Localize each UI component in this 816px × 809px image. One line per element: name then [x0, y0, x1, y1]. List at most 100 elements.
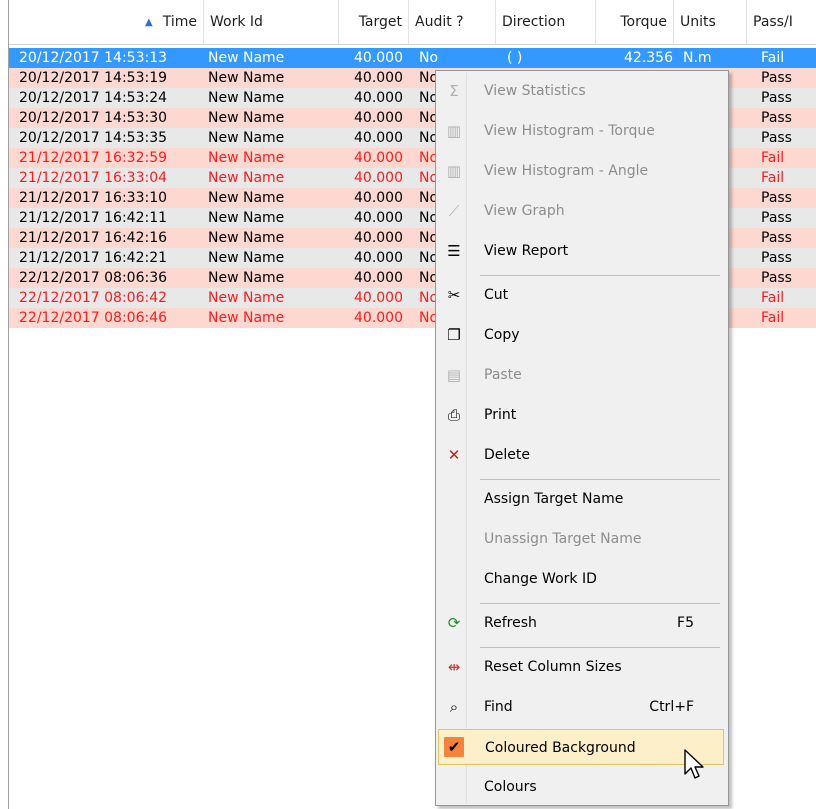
- menu-item-view-histogram-angle[interactable]: ▥ View Histogram - Angle: [438, 153, 724, 189]
- column-header-label: Units: [680, 14, 716, 30]
- cell-target: 40.000: [354, 110, 403, 126]
- column-resize-icon: ⇹: [447, 658, 461, 676]
- menu-item-label: Delete: [484, 447, 530, 463]
- menu-item-paste[interactable]: ▤ Paste: [438, 357, 724, 393]
- menu-item-coloured-background[interactable]: ✔ Coloured Background: [438, 729, 724, 765]
- cell-work-id: New Name: [208, 150, 285, 166]
- menu-separator: [480, 603, 720, 604]
- cell-pass: Fail: [761, 170, 785, 186]
- cell-time: 22/12/2017 08:06:36: [19, 270, 168, 286]
- column-header-target[interactable]: Target: [339, 0, 409, 44]
- menu-item-label: Print: [484, 407, 517, 423]
- cell-target: 40.000: [354, 210, 403, 226]
- menu-item-copy[interactable]: ❐ Copy: [438, 317, 724, 353]
- cell-time: 20/12/2017 14:53:13: [19, 50, 168, 66]
- menu-item-label: Assign Target Name: [484, 491, 624, 507]
- cell-time: 21/12/2017 16:42:21: [19, 250, 168, 266]
- cell-target: 40.000: [354, 50, 403, 66]
- menu-separator: [480, 275, 720, 276]
- cell-pass: Pass: [761, 210, 792, 226]
- menu-item-reset-column-sizes[interactable]: ⇹ Reset Column Sizes: [438, 649, 724, 685]
- menu-separator: [480, 647, 720, 648]
- menu-item-label: Colours: [484, 779, 537, 795]
- cell-pass: Pass: [761, 90, 792, 106]
- grid-header: ▲ Time Work Id Target Audit ? Direction Torque…: [9, 0, 816, 45]
- sort-ascending-icon: ▲: [145, 17, 153, 28]
- column-header-pass[interactable]: Pass/I: [747, 0, 816, 44]
- cell-work-id: New Name: [208, 50, 285, 66]
- menu-item-refresh[interactable]: ⟳ Refresh F5: [438, 605, 724, 641]
- cell-target: 40.000: [354, 150, 403, 166]
- column-header-label: Pass/I: [753, 14, 793, 30]
- column-header-label: Work Id: [210, 14, 263, 30]
- copy-icon: ❐: [447, 326, 461, 344]
- cell-time: 21/12/2017 16:32:59: [19, 150, 168, 166]
- cell-pass: Pass: [761, 110, 792, 126]
- cell-target: 40.000: [354, 70, 403, 86]
- menu-item-view-histogram-torque[interactable]: ▥ View Histogram - Torque: [438, 113, 724, 149]
- cell-direction: ( ): [507, 50, 523, 66]
- table-row[interactable]: 20/12/2017 14:53:13 New Name 40.000 No ( ) 42…: [9, 48, 816, 68]
- cell-target: 40.000: [354, 130, 403, 146]
- menu-item-shortcut: Ctrl+F: [649, 699, 694, 715]
- cell-pass: Fail: [761, 310, 785, 326]
- cell-work-id: New Name: [208, 290, 285, 306]
- menu-item-view-graph[interactable]: ⟋ View Graph: [438, 193, 724, 229]
- column-header-audit[interactable]: Audit ?: [409, 0, 496, 44]
- cell-time: 21/12/2017 16:33:10: [19, 190, 168, 206]
- menu-item-view-report[interactable]: ☰ View Report: [438, 233, 724, 269]
- menu-separator: [480, 479, 720, 480]
- column-header-label: Direction: [502, 14, 566, 30]
- menu-item-label: Coloured Background: [485, 740, 636, 756]
- menu-item-label: Refresh: [484, 615, 537, 631]
- cell-time: 21/12/2017 16:42:16: [19, 230, 168, 246]
- cell-work-id: New Name: [208, 110, 285, 126]
- menu-item-colours[interactable]: Colours: [438, 769, 724, 805]
- cell-pass: Pass: [761, 230, 792, 246]
- menu-item-print[interactable]: ⎙ Print: [438, 397, 724, 433]
- cell-time: 20/12/2017 14:53:19: [19, 70, 168, 86]
- check-icon: ✔: [444, 737, 464, 757]
- column-header-label: Audit ?: [415, 14, 464, 30]
- search-icon: ⌕: [449, 698, 459, 716]
- cell-work-id: New Name: [208, 130, 285, 146]
- cell-audit: No: [419, 50, 439, 66]
- menu-item-delete[interactable]: ✕ Delete: [438, 437, 724, 473]
- cell-pass: Fail: [761, 50, 785, 66]
- cell-work-id: New Name: [208, 270, 285, 286]
- histogram-icon: ▥: [446, 122, 462, 140]
- menu-item-label: View Histogram - Angle: [484, 163, 649, 179]
- cell-time: 20/12/2017 14:53:30: [19, 110, 168, 126]
- column-header-label: Time: [162, 14, 197, 30]
- refresh-icon: ⟳: [447, 614, 461, 632]
- cell-target: 40.000: [354, 270, 403, 286]
- menu-item-label: Paste: [484, 367, 522, 383]
- cell-target: 40.000: [354, 290, 403, 306]
- menu-item-find[interactable]: ⌕ Find Ctrl+F: [438, 689, 724, 725]
- cell-pass: Pass: [761, 270, 792, 286]
- delete-icon: ✕: [447, 446, 461, 464]
- mouse-cursor-icon: [684, 749, 704, 779]
- menu-item-label: View Report: [484, 243, 569, 259]
- menu-item-label: Copy: [484, 327, 520, 343]
- cell-work-id: New Name: [208, 230, 285, 246]
- menu-item-label: View Histogram - Torque: [484, 123, 655, 139]
- column-header-direction[interactable]: Direction: [496, 0, 596, 44]
- menu-item-label: View Graph: [484, 203, 565, 219]
- menu-item-label: Change Work ID: [484, 571, 597, 587]
- column-header-torque[interactable]: Torque: [596, 0, 674, 44]
- column-header-units[interactable]: Units: [674, 0, 747, 44]
- report-icon: ☰: [447, 242, 461, 260]
- cell-target: 40.000: [354, 250, 403, 266]
- cell-pass: Pass: [761, 70, 792, 86]
- menu-item-unassign-target-name[interactable]: Unassign Target Name: [438, 521, 724, 557]
- menu-item-assign-target-name[interactable]: Assign Target Name: [438, 481, 724, 517]
- menu-item-view-statistics[interactable]: Σ View Statistics: [438, 73, 724, 109]
- menu-item-change-work-id[interactable]: Change Work ID: [438, 561, 724, 597]
- cell-pass: Pass: [761, 190, 792, 206]
- column-header-work-id[interactable]: Work Id: [204, 0, 339, 44]
- column-header-label: Torque: [620, 14, 667, 30]
- column-header-time[interactable]: ▲ Time: [9, 0, 204, 44]
- cell-target: 40.000: [354, 190, 403, 206]
- menu-item-cut[interactable]: ✂ Cut: [438, 277, 724, 313]
